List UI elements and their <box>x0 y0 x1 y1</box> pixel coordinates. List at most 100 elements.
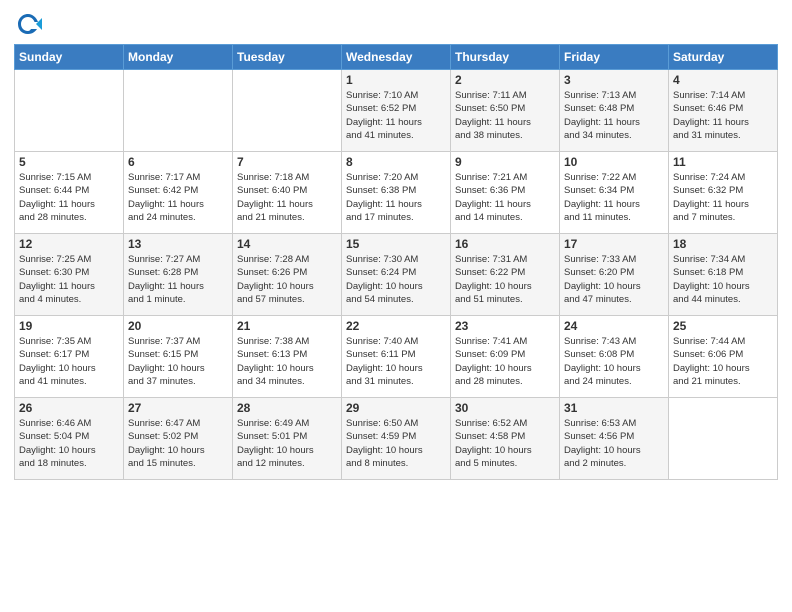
day-number: 7 <box>237 155 337 169</box>
day-number: 12 <box>19 237 119 251</box>
day-info: Sunrise: 7:20 AM Sunset: 6:38 PM Dayligh… <box>346 171 446 224</box>
day-cell: 8 Sunrise: 7:20 AM Sunset: 6:38 PM Daylig… <box>342 152 451 234</box>
day-cell: 4Sunrise: 7:14 AM Sunset: 6:46 PM Daylig… <box>669 70 778 152</box>
day-cell: 17 Sunrise: 7:33 AM Sunset: 6:20 PM Dayli… <box>560 234 669 316</box>
day-number: 14 <box>237 237 337 251</box>
day-number: 10 <box>564 155 664 169</box>
day-info: Sunrise: 7:35 AM Sunset: 6:17 PM Dayligh… <box>19 335 119 388</box>
day-cell: 5 Sunrise: 7:15 AM Sunset: 6:44 PM Daylig… <box>15 152 124 234</box>
day-number: 20 <box>128 319 228 333</box>
col-header-monday: Monday <box>124 45 233 70</box>
day-number: 21 <box>237 319 337 333</box>
day-info: Sunrise: 7:25 AM Sunset: 6:30 PM Dayligh… <box>19 253 119 306</box>
day-cell: 28 Sunrise: 6:49 AM Sunset: 5:01 PM Dayli… <box>233 398 342 480</box>
day-number: 29 <box>346 401 446 415</box>
day-cell: 29 Sunrise: 6:50 AM Sunset: 4:59 PM Dayli… <box>342 398 451 480</box>
col-header-friday: Friday <box>560 45 669 70</box>
day-cell <box>233 70 342 152</box>
day-cell <box>15 70 124 152</box>
day-info: Sunrise: 7:21 AM Sunset: 6:36 PM Dayligh… <box>455 171 555 224</box>
day-info: Sunrise: 7:11 AM Sunset: 6:50 PM Dayligh… <box>455 89 555 142</box>
day-cell: 10 Sunrise: 7:22 AM Sunset: 6:34 PM Dayli… <box>560 152 669 234</box>
day-cell: 31 Sunrise: 6:53 AM Sunset: 4:56 PM Dayli… <box>560 398 669 480</box>
day-cell: 25Sunrise: 7:44 AM Sunset: 6:06 PM Dayli… <box>669 316 778 398</box>
day-number: 19 <box>19 319 119 333</box>
col-header-tuesday: Tuesday <box>233 45 342 70</box>
day-cell: 7Sunrise: 7:18 AM Sunset: 6:40 PM Daylig… <box>233 152 342 234</box>
day-info: Sunrise: 6:46 AM Sunset: 5:04 PM Dayligh… <box>19 417 119 470</box>
day-info: Sunrise: 7:41 AM Sunset: 6:09 PM Dayligh… <box>455 335 555 388</box>
day-cell: 18 Sunrise: 7:34 AM Sunset: 6:18 PM Dayli… <box>669 234 778 316</box>
day-cell: 26 Sunrise: 6:46 AM Sunset: 5:04 PM Dayli… <box>15 398 124 480</box>
day-number: 18 <box>673 237 773 251</box>
day-info: Sunrise: 7:40 AM Sunset: 6:11 PM Dayligh… <box>346 335 446 388</box>
day-cell: 13 Sunrise: 7:27 AM Sunset: 6:28 PM Dayli… <box>124 234 233 316</box>
day-info: Sunrise: 7:13 AM Sunset: 6:48 PM Dayligh… <box>564 89 664 142</box>
day-info: Sunrise: 7:22 AM Sunset: 6:34 PM Dayligh… <box>564 171 664 224</box>
day-info: Sunrise: 7:27 AM Sunset: 6:28 PM Dayligh… <box>128 253 228 306</box>
day-cell: 6 Sunrise: 7:17 AM Sunset: 6:42 PM Daylig… <box>124 152 233 234</box>
day-info: Sunrise: 6:52 AM Sunset: 4:58 PM Dayligh… <box>455 417 555 470</box>
day-number: 31 <box>564 401 664 415</box>
col-header-thursday: Thursday <box>451 45 560 70</box>
day-number: 8 <box>346 155 446 169</box>
day-cell: 24 Sunrise: 7:43 AM Sunset: 6:08 PM Dayli… <box>560 316 669 398</box>
week-row-3: 12 Sunrise: 7:25 AM Sunset: 6:30 PM Dayli… <box>15 234 778 316</box>
day-number: 26 <box>19 401 119 415</box>
calendar: SundayMondayTuesdayWednesdayThursdayFrid… <box>14 44 778 480</box>
day-number: 27 <box>128 401 228 415</box>
day-number: 9 <box>455 155 555 169</box>
day-number: 13 <box>128 237 228 251</box>
col-header-saturday: Saturday <box>669 45 778 70</box>
day-cell: 3Sunrise: 7:13 AM Sunset: 6:48 PM Daylig… <box>560 70 669 152</box>
day-cell: 15 Sunrise: 7:30 AM Sunset: 6:24 PM Dayli… <box>342 234 451 316</box>
day-info: Sunrise: 7:10 AM Sunset: 6:52 PM Dayligh… <box>346 89 446 142</box>
day-number: 24 <box>564 319 664 333</box>
day-number: 17 <box>564 237 664 251</box>
day-cell: 23 Sunrise: 7:41 AM Sunset: 6:09 PM Dayli… <box>451 316 560 398</box>
day-cell: 11 Sunrise: 7:24 AM Sunset: 6:32 PM Dayli… <box>669 152 778 234</box>
day-info: Sunrise: 7:15 AM Sunset: 6:44 PM Dayligh… <box>19 171 119 224</box>
day-cell: 19 Sunrise: 7:35 AM Sunset: 6:17 PM Dayli… <box>15 316 124 398</box>
day-info: Sunrise: 7:33 AM Sunset: 6:20 PM Dayligh… <box>564 253 664 306</box>
day-info: Sunrise: 7:43 AM Sunset: 6:08 PM Dayligh… <box>564 335 664 388</box>
calendar-header-row: SundayMondayTuesdayWednesdayThursdayFrid… <box>15 45 778 70</box>
header <box>14 10 778 38</box>
day-cell <box>669 398 778 480</box>
day-cell: 20 Sunrise: 7:37 AM Sunset: 6:15 PM Dayli… <box>124 316 233 398</box>
day-info: Sunrise: 6:49 AM Sunset: 5:01 PM Dayligh… <box>237 417 337 470</box>
day-info: Sunrise: 6:50 AM Sunset: 4:59 PM Dayligh… <box>346 417 446 470</box>
day-info: Sunrise: 7:28 AM Sunset: 6:26 PM Dayligh… <box>237 253 337 306</box>
day-cell: 14 Sunrise: 7:28 AM Sunset: 6:26 PM Dayli… <box>233 234 342 316</box>
logo <box>14 10 46 38</box>
day-info: Sunrise: 7:34 AM Sunset: 6:18 PM Dayligh… <box>673 253 773 306</box>
day-number: 5 <box>19 155 119 169</box>
week-row-4: 19 Sunrise: 7:35 AM Sunset: 6:17 PM Dayli… <box>15 316 778 398</box>
day-number: 15 <box>346 237 446 251</box>
day-number: 4 <box>673 73 773 87</box>
day-number: 30 <box>455 401 555 415</box>
day-info: Sunrise: 7:30 AM Sunset: 6:24 PM Dayligh… <box>346 253 446 306</box>
day-cell: 21 Sunrise: 7:38 AM Sunset: 6:13 PM Dayli… <box>233 316 342 398</box>
week-row-5: 26 Sunrise: 6:46 AM Sunset: 5:04 PM Dayli… <box>15 398 778 480</box>
day-cell: 27Sunrise: 6:47 AM Sunset: 5:02 PM Dayli… <box>124 398 233 480</box>
day-cell: 2Sunrise: 7:11 AM Sunset: 6:50 PM Daylig… <box>451 70 560 152</box>
day-info: Sunrise: 7:24 AM Sunset: 6:32 PM Dayligh… <box>673 171 773 224</box>
day-cell: 22 Sunrise: 7:40 AM Sunset: 6:11 PM Dayli… <box>342 316 451 398</box>
day-info: Sunrise: 7:17 AM Sunset: 6:42 PM Dayligh… <box>128 171 228 224</box>
day-cell: 16 Sunrise: 7:31 AM Sunset: 6:22 PM Dayli… <box>451 234 560 316</box>
day-info: Sunrise: 7:37 AM Sunset: 6:15 PM Dayligh… <box>128 335 228 388</box>
week-row-1: 1Sunrise: 7:10 AM Sunset: 6:52 PM Daylig… <box>15 70 778 152</box>
day-number: 23 <box>455 319 555 333</box>
day-number: 11 <box>673 155 773 169</box>
day-cell <box>124 70 233 152</box>
day-number: 16 <box>455 237 555 251</box>
day-number: 25 <box>673 319 773 333</box>
day-cell: 9 Sunrise: 7:21 AM Sunset: 6:36 PM Daylig… <box>451 152 560 234</box>
day-number: 22 <box>346 319 446 333</box>
day-number: 28 <box>237 401 337 415</box>
day-info: Sunrise: 7:38 AM Sunset: 6:13 PM Dayligh… <box>237 335 337 388</box>
day-info: Sunrise: 6:53 AM Sunset: 4:56 PM Dayligh… <box>564 417 664 470</box>
day-number: 6 <box>128 155 228 169</box>
day-info: Sunrise: 7:31 AM Sunset: 6:22 PM Dayligh… <box>455 253 555 306</box>
